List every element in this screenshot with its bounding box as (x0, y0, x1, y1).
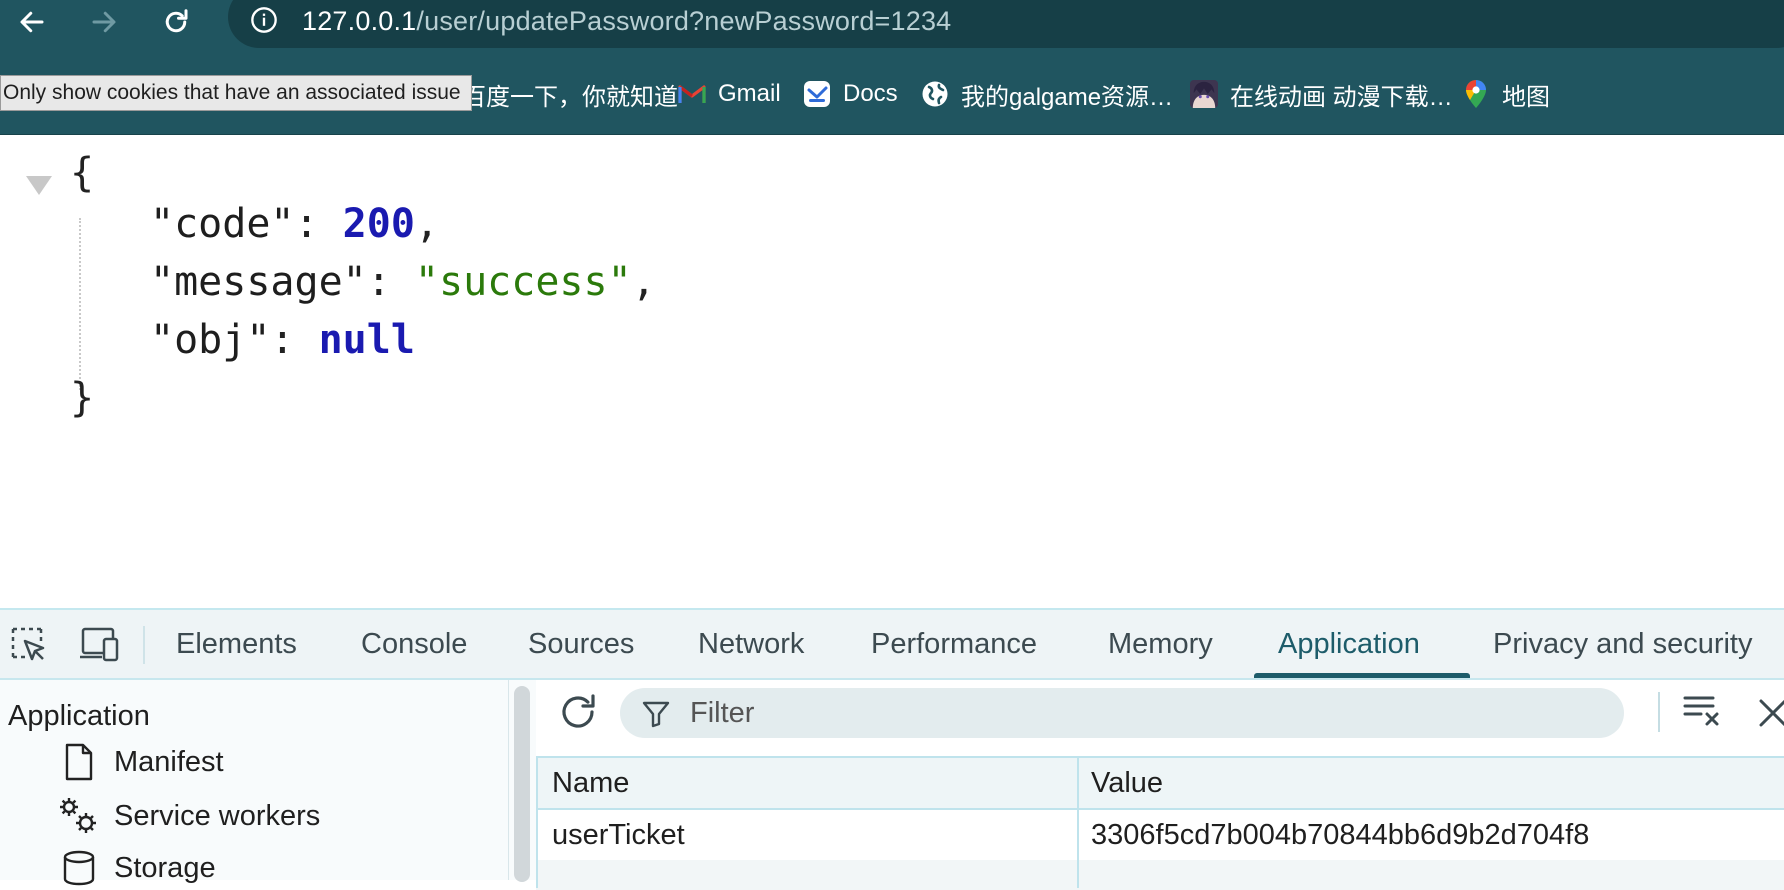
bookmark-galgame[interactable]: 我的galgame资源… (921, 77, 1173, 111)
arrow-right-icon (92, 11, 116, 33)
element-picker-icon[interactable] (10, 626, 48, 664)
column-header-value[interactable]: Value (1091, 758, 1163, 808)
json-close-brace: } (70, 375, 95, 421)
site-info-icon[interactable] (250, 6, 278, 34)
collapse-toggle-icon[interactable] (26, 176, 52, 195)
table-border (536, 758, 538, 888)
tab-network[interactable]: Network (698, 628, 804, 661)
sidebar-scrollbar[interactable] (514, 686, 530, 882)
anime-avatar-icon (1190, 80, 1218, 108)
json-open-brace: { (70, 150, 95, 196)
close-icon[interactable] (1758, 698, 1784, 728)
refresh-icon[interactable] (556, 690, 600, 734)
json-line-message: "message": "success", (150, 253, 656, 311)
table-row[interactable]: userTicket 3306f5cd7b004b70844bb6d9b2d70… (536, 810, 1784, 860)
bookmark-label: 地图 (1502, 83, 1550, 111)
json-colon: : (366, 259, 415, 305)
json-null-value: null (318, 317, 415, 363)
sidebar-item-storage[interactable]: Storage (56, 848, 216, 888)
gears-icon (56, 796, 102, 836)
bookmark-anime[interactable]: 在线动画 动漫下载… (1190, 77, 1453, 111)
bookmark-label: Docs (843, 80, 898, 107)
sidebar-item-manifest[interactable]: Manifest (56, 742, 224, 782)
bookmark-label: 我的galgame资源… (961, 83, 1174, 111)
sidebar-item-service-workers[interactable]: Service workers (56, 796, 320, 836)
cookie-value-cell: 3306f5cd7b004b70844bb6d9b2d704f8 (1091, 819, 1590, 851)
json-line-obj: "obj": null (150, 311, 415, 369)
column-header-name[interactable]: Name (552, 758, 629, 808)
bookmark-baidu[interactable]: 百度一下，你就知道 (462, 77, 678, 111)
globe-icon (921, 80, 949, 108)
bookmark-docs[interactable]: Docs (803, 77, 898, 111)
bookmark-label: 在线动画 动漫下载… (1230, 83, 1453, 111)
active-tab-indicator (1254, 673, 1470, 678)
json-comma: , (631, 259, 656, 305)
bookmark-gmail[interactable]: Gmail (678, 77, 781, 111)
maps-pin-icon (1462, 80, 1490, 108)
arrow-left-icon (20, 11, 44, 33)
indent-guide (79, 218, 81, 390)
tab-memory[interactable]: Memory (1108, 628, 1213, 661)
device-toolbar-icon[interactable] (78, 626, 120, 664)
database-icon (56, 848, 102, 888)
tab-performance[interactable]: Performance (871, 628, 1037, 661)
tab-privacy-and-security[interactable]: Privacy and security (1493, 628, 1753, 661)
sidebar-item-label: Service workers (114, 799, 321, 832)
forward-button[interactable] (84, 2, 124, 42)
url-path: /user/updatePassword?newPassword=1234 (416, 6, 952, 36)
clear-filtered-icon[interactable] (1682, 692, 1722, 728)
back-button[interactable] (12, 2, 52, 42)
cookie-name-cell: userTicket (552, 819, 685, 851)
json-number-value: 200 (342, 201, 415, 247)
json-key: "message" (150, 259, 367, 305)
sidebar-section-title: Application (8, 700, 150, 732)
tab-sources[interactable]: Sources (528, 628, 634, 661)
funnel-icon (642, 701, 670, 728)
json-string-value: "success" (414, 259, 632, 305)
filter-input[interactable] (690, 688, 1590, 738)
application-sidebar: Application Manifest Service workers Sto… (0, 680, 509, 886)
docs-icon (803, 80, 831, 108)
tab-application[interactable]: Application (1278, 628, 1420, 661)
browser-toolbar: 127.0.0.1/user/updatePassword?newPasswor… (0, 0, 1784, 48)
reload-icon (165, 9, 188, 33)
json-comma: , (414, 201, 440, 247)
gmail-icon (678, 80, 706, 108)
json-key: "code" (150, 201, 295, 247)
toolbar-divider (1658, 692, 1660, 732)
cookies-table: Name Value userTicket 3306f5cd7b004b7084… (536, 756, 1784, 890)
json-key: "obj" (150, 317, 271, 363)
reload-button[interactable] (156, 2, 196, 42)
devtools-tab-bar: Elements Console Sources Network Perform… (0, 610, 1784, 680)
bookmark-label: Gmail (718, 80, 781, 107)
file-icon (56, 742, 102, 782)
url-host: 127.0.0.1 (302, 6, 417, 36)
column-divider[interactable] (1077, 758, 1079, 888)
bookmark-label: 百度一下，你就知道 (462, 83, 678, 111)
json-colon: : (270, 317, 319, 363)
table-row-empty (536, 860, 1784, 890)
tab-elements[interactable]: Elements (176, 628, 297, 661)
devtools-panel: Elements Console Sources Network Perform… (0, 608, 1784, 890)
sidebar-item-label: Manifest (114, 745, 224, 778)
cookies-panel: Name Value userTicket 3306f5cd7b004b7084… (536, 680, 1784, 890)
sidebar-item-label: Storage (114, 851, 216, 884)
tab-console[interactable]: Console (361, 628, 467, 661)
filter-bar (620, 688, 1624, 738)
json-line-code: "code": 200, (150, 195, 439, 253)
table-header-row: Name Value (536, 758, 1784, 810)
bookmark-maps[interactable]: 地图 (1462, 77, 1550, 111)
json-colon: : (294, 201, 343, 247)
tooltip: Only show cookies that have an associate… (0, 75, 472, 111)
toolbar-divider (143, 626, 145, 664)
url-text[interactable]: 127.0.0.1/user/updatePassword?newPasswor… (302, 4, 951, 38)
